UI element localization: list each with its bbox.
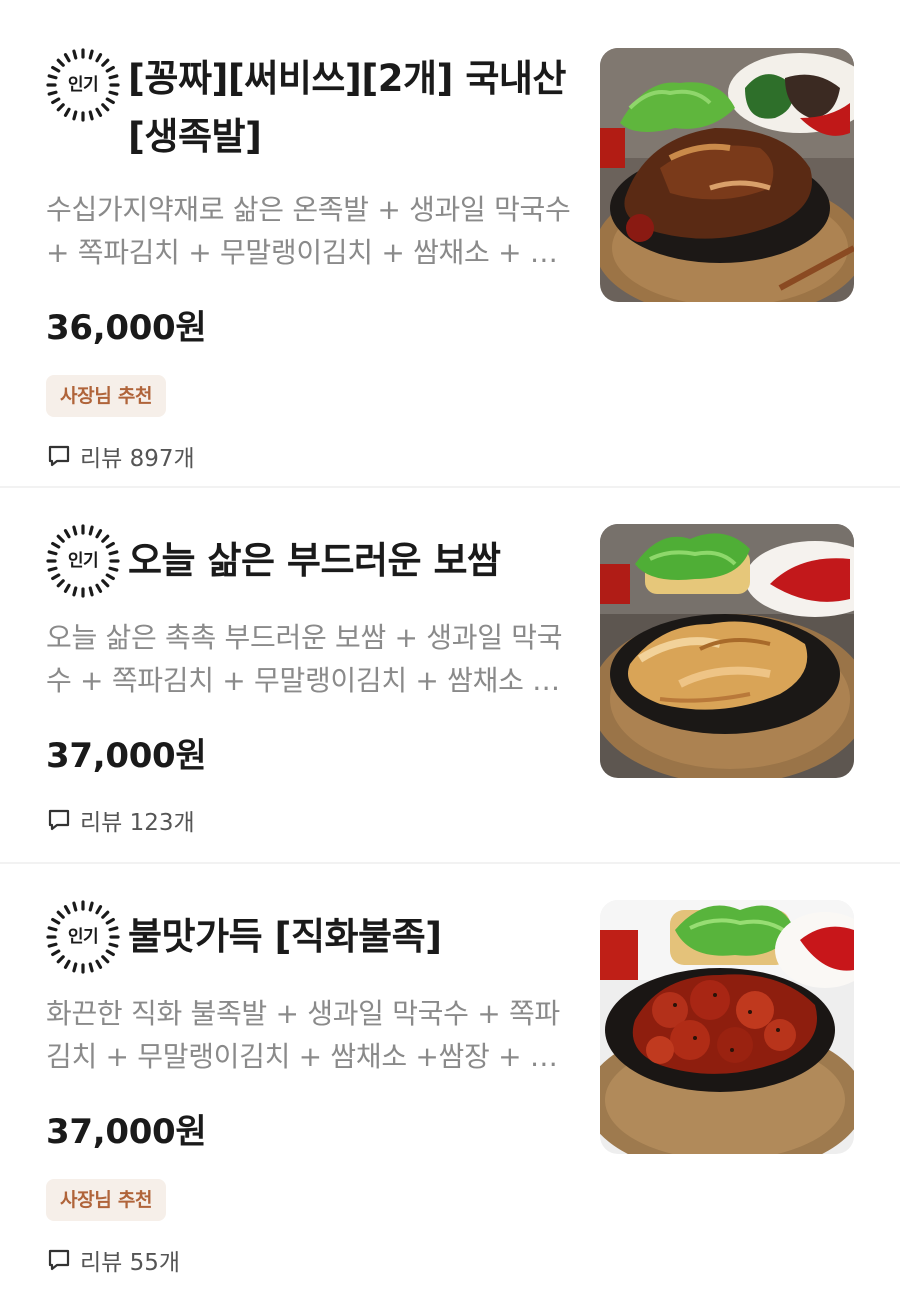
fire-jokbal-photo-icon	[600, 900, 854, 1154]
popular-badge-label: 인기	[67, 927, 99, 947]
menu-title[interactable]: [꽁짜][써비쓰][2개] 국내산 [생족발]	[128, 50, 576, 166]
review-count-label: 리뷰 55개	[80, 1250, 181, 1276]
menu-photo-jokbal[interactable]	[600, 48, 854, 302]
menu-description: 오늘 삶은 촉촉 부드러운 보쌈 + 생과일 막국수 + 쪽파김치 + 무말랭이…	[46, 621, 563, 697]
menu-list: 인기 [꽁짜][써비쓰][2개] 국내산 [생족발] 수십가지약재로 삶은 온족…	[0, 0, 900, 1289]
title-row: 인기 [꽁짜][써비쓰][2개] 국내산 [생족발]	[46, 48, 576, 166]
menu-item-info: 인기 오늘 삶은 부드러운 보쌈 오늘 삶은 촉촉 부드러운 보쌈 + 생과일 …	[46, 524, 576, 837]
recommend-badge: 사장님 추천	[46, 375, 167, 417]
jokbal-photo-icon	[600, 48, 854, 302]
review-count-label: 리뷰 123개	[80, 810, 195, 836]
speech-bubble-icon	[48, 809, 70, 831]
speech-bubble-icon	[48, 1249, 70, 1271]
menu-price: 37,000원	[46, 736, 207, 776]
review-count-label: 리뷰 897개	[80, 446, 195, 472]
popular-badge: 인기	[46, 48, 120, 122]
recommend-badge: 사장님 추천	[46, 1179, 167, 1221]
bossam-photo-icon	[600, 524, 854, 778]
speech-bubble-icon	[48, 445, 70, 467]
popular-badge-label: 인기	[67, 75, 99, 95]
menu-description: 화끈한 직화 불족발 + 생과일 막국수 + 쪽파김치 + 무말랭이김치 + 쌈…	[46, 997, 560, 1073]
title-row: 인기 불맛가득 [직화불족]	[46, 900, 576, 974]
popular-badge: 인기	[46, 900, 120, 974]
title-row: 인기 오늘 삶은 부드러운 보쌈	[46, 524, 576, 598]
review-count: 리뷰 897개	[46, 439, 576, 473]
menu-item-bossam[interactable]: 인기 오늘 삶은 부드러운 보쌈 오늘 삶은 촉촉 부드러운 보쌈 + 생과일 …	[0, 488, 900, 864]
review-count: 리뷰 55개	[46, 1243, 576, 1277]
menu-item-info: 인기 불맛가득 [직화불족] 화끈한 직화 불족발 + 생과일 막국수 + 쪽파…	[46, 900, 576, 1277]
menu-title[interactable]: 오늘 삶은 부드러운 보쌈	[128, 524, 501, 598]
popular-badge-label: 인기	[67, 551, 99, 571]
menu-photo-bossam[interactable]	[600, 524, 854, 778]
menu-price: 37,000원	[46, 1112, 207, 1152]
review-count: 리뷰 123개	[46, 803, 576, 837]
menu-description: 수십가지약재로 삶은 온족발 + 생과일 막국수 + 쪽파김치 + 무말랭이김치…	[46, 193, 571, 269]
menu-title[interactable]: 불맛가득 [직화불족]	[128, 900, 442, 974]
menu-price: 36,000원	[46, 308, 207, 348]
menu-item-jokbal[interactable]: 인기 [꽁짜][써비쓰][2개] 국내산 [생족발] 수십가지약재로 삶은 온족…	[0, 0, 900, 488]
menu-item-fire-jokbal[interactable]: 인기 불맛가득 [직화불족] 화끈한 직화 불족발 + 생과일 막국수 + 쪽파…	[0, 864, 900, 1289]
menu-item-info: 인기 [꽁짜][써비쓰][2개] 국내산 [생족발] 수십가지약재로 삶은 온족…	[46, 48, 576, 473]
menu-photo-fire-jokbal[interactable]	[600, 900, 854, 1154]
popular-badge: 인기	[46, 524, 120, 598]
